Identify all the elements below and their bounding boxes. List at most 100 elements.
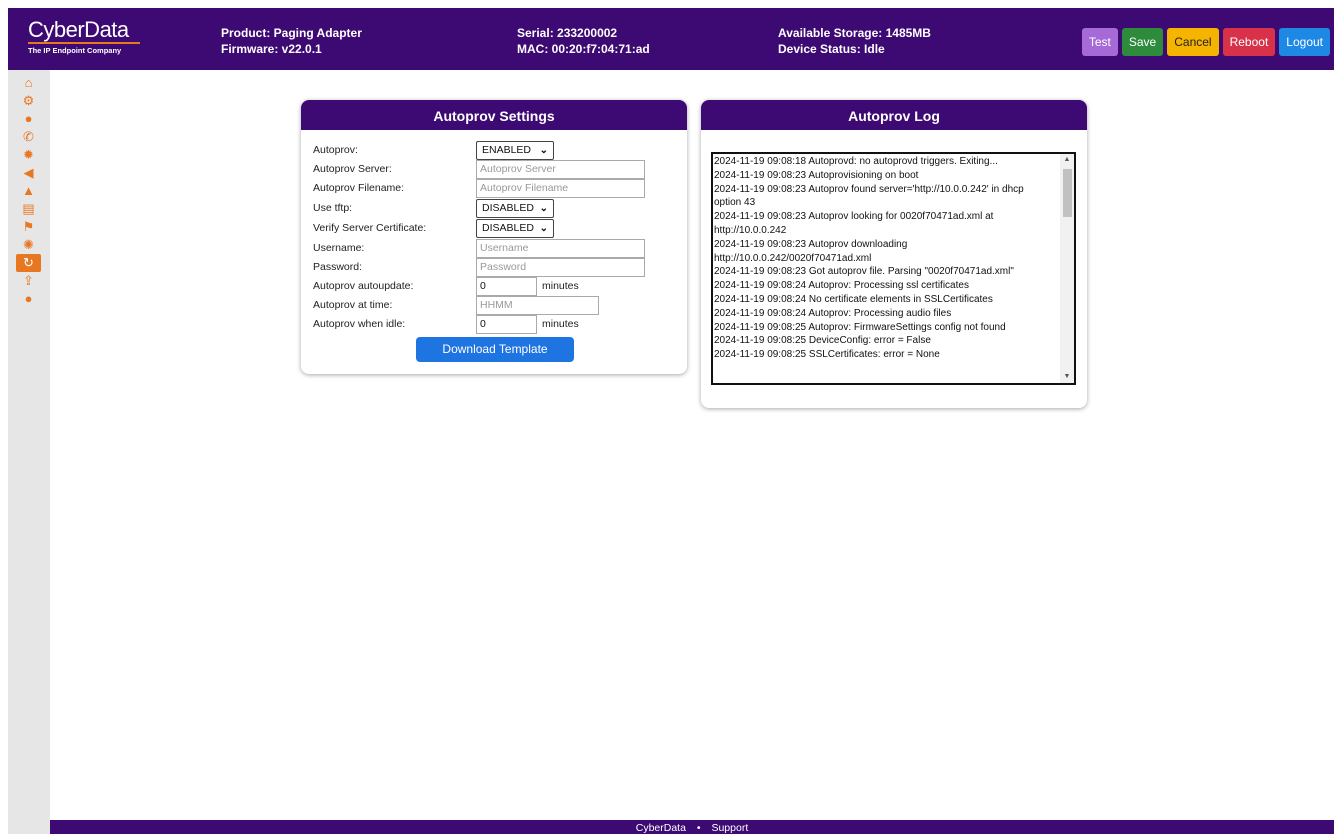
autoupdate-input[interactable]: 0 — [476, 277, 537, 296]
when-idle-row: Autoprov when idle: 0 minutes — [313, 315, 673, 334]
password-row: Password: Password — [313, 258, 673, 277]
verify-cert-select-value: DISABLED — [482, 222, 534, 234]
download-template-button[interactable]: Download Template — [416, 337, 574, 362]
tftp-row: Use tftp: DISABLED ⌄ — [313, 199, 673, 218]
log-textarea[interactable]: 2024-11-19 09:08:18 Autoprovd: no autopr… — [711, 152, 1076, 385]
device-status: Device Status: Idle — [778, 42, 885, 56]
sunrise-icon[interactable]: ✺ — [16, 236, 41, 254]
autoprov-label: Autoprov: — [313, 144, 358, 156]
log-line: 2024-11-19 09:08:23 Autoprov found serve… — [714, 183, 1024, 195]
when-idle-input[interactable]: 0 — [476, 315, 537, 334]
logout-button[interactable]: Logout — [1279, 28, 1330, 56]
when-idle-unit: minutes — [542, 318, 579, 330]
warning-icon[interactable]: ▲ — [16, 182, 41, 200]
chevron-down-icon: ⌄ — [539, 223, 548, 234]
verify-cert-select[interactable]: DISABLED ⌄ — [476, 219, 554, 238]
log-line: 2024-11-19 09:08:25 Autoprov: FirmwareSe… — [714, 321, 1006, 333]
product-info: Product: Paging Adapter Firmware: v22.0.… — [221, 25, 362, 57]
header-actions: Test Save Cancel Reboot Logout — [1081, 28, 1330, 56]
test-button[interactable]: Test — [1081, 28, 1118, 56]
footer-separator: • — [696, 822, 701, 834]
log-line: 2024-11-19 09:08:24 No certificate eleme… — [714, 293, 993, 305]
filename-row: Autoprov Filename: Autoprov Filename — [313, 179, 673, 198]
log-line: 2024-11-19 09:08:24 Autoprov: Processing… — [714, 307, 952, 319]
verify-cert-label: Verify Server Certificate: — [313, 222, 427, 234]
autoprov-row: Autoprov: ENABLED ⌄ — [313, 141, 673, 160]
autoprov-select-value: ENABLED — [482, 144, 532, 156]
user-icon[interactable]: ● — [16, 290, 41, 308]
at-time-label: Autoprov at time: — [313, 299, 393, 311]
password-label: Password: — [313, 261, 363, 273]
tftp-select-value: DISABLED — [482, 202, 534, 214]
top-header: CyberData The IP Endpoint Company Produc… — [8, 8, 1334, 70]
cancel-button[interactable]: Cancel — [1167, 28, 1219, 56]
autoprov-select[interactable]: ENABLED ⌄ — [476, 141, 554, 160]
device-state: Available Storage: 1485MB Device Status:… — [778, 25, 931, 57]
footer: CyberData • Support — [50, 820, 1334, 834]
chevron-down-icon: ⌄ — [539, 203, 548, 214]
sidebar-nav: ⌂ ⚙ ● ✆ ✹ ◀ ▲ ▤ ⚑ ✺ ↻ ⇪ ● — [8, 70, 50, 834]
log-line: 2024-11-19 09:08:23 Got autoprov file. P… — [714, 266, 1014, 278]
save-button[interactable]: Save — [1121, 28, 1164, 56]
available-storage: Available Storage: 1485MB — [778, 26, 931, 40]
reboot-button[interactable]: Reboot — [1222, 28, 1276, 56]
sun-icon[interactable]: ✹ — [16, 146, 41, 164]
home-icon[interactable]: ⌂ — [16, 74, 41, 92]
serial-number: Serial: 233200002 — [517, 26, 618, 40]
gears-icon[interactable]: ⚙ — [16, 92, 41, 110]
log-line: 2024-11-19 09:08:25 SSLCertificates: err… — [714, 349, 940, 361]
log-line: option 43 — [714, 197, 756, 209]
product-name: Product: Paging Adapter — [221, 26, 362, 40]
autoupdate-unit: minutes — [542, 280, 579, 292]
autoprov-settings-card: Autoprov Settings Autoprov: ENABLED ⌄ Au… — [301, 100, 687, 374]
refresh-icon[interactable]: ↻ — [16, 254, 41, 272]
filename-label: Autoprov Filename: — [313, 182, 405, 194]
scroll-up-icon[interactable]: ▲ — [1060, 154, 1074, 166]
log-line: 2024-11-19 09:08:24 Autoprov: Processing… — [714, 280, 969, 292]
footer-cyberdata-link[interactable]: CyberData — [636, 822, 686, 834]
autoprov-log-card: Autoprov Log 2024-11-19 09:08:18 Autopro… — [701, 100, 1087, 408]
log-line: 2024-11-19 09:08:18 Autoprovd: no autopr… — [714, 156, 998, 167]
tftp-label: Use tftp: — [313, 202, 353, 214]
username-row: Username: Username — [313, 239, 673, 258]
scroll-thumb[interactable] — [1063, 169, 1072, 217]
log-line: 2024-11-19 09:08:25 DeviceConfig: error … — [714, 335, 931, 347]
flag-icon[interactable]: ⚑ — [16, 218, 41, 236]
at-time-input[interactable]: HHMM — [476, 296, 599, 315]
logo-underline — [28, 42, 140, 44]
logo-tagline: The IP Endpoint Company — [28, 46, 122, 55]
scroll-down-icon[interactable]: ▼ — [1060, 371, 1074, 383]
server-row: Autoprov Server: Autoprov Server — [313, 160, 673, 179]
autoupdate-row: Autoprov autoupdate: 0 minutes — [313, 277, 673, 296]
settings-card-title: Autoprov Settings — [301, 100, 687, 130]
username-input[interactable]: Username — [476, 239, 645, 258]
file-code-icon[interactable]: ▤ — [16, 200, 41, 218]
globe-icon[interactable]: ● — [16, 110, 41, 128]
mac-address: MAC: 00:20:f7:04:71:ad — [517, 42, 650, 56]
password-input[interactable]: Password — [476, 258, 645, 277]
footer-support-link[interactable]: Support — [711, 822, 748, 834]
server-input[interactable]: Autoprov Server — [476, 160, 645, 179]
device-ids: Serial: 233200002 MAC: 00:20:f7:04:71:ad — [517, 25, 650, 57]
chevron-down-icon: ⌄ — [539, 145, 548, 156]
log-line: http://10.0.0.242/0020f70471ad.xml — [714, 252, 872, 264]
phone-icon[interactable]: ✆ — [16, 128, 41, 146]
log-line: http://10.0.0.242 — [714, 224, 787, 236]
filename-input[interactable]: Autoprov Filename — [476, 179, 645, 198]
cyberdata-logo[interactable]: CyberData The IP Endpoint Company — [28, 19, 140, 55]
upload-icon[interactable]: ⇪ — [16, 272, 41, 290]
tftp-select[interactable]: DISABLED ⌄ — [476, 199, 554, 218]
log-line: 2024-11-19 09:08:23 Autoprov looking for… — [714, 211, 994, 223]
firmware-version: Firmware: v22.0.1 — [221, 42, 322, 56]
log-lines: 2024-11-19 09:08:18 Autoprovd: no autopr… — [714, 155, 1062, 362]
log-card-title: Autoprov Log — [701, 100, 1087, 130]
log-scrollbar[interactable]: ▲ ▼ — [1060, 154, 1074, 383]
log-line: 2024-11-19 09:08:23 Autoprov downloading — [714, 238, 908, 250]
sidebar-items: ⌂ ⚙ ● ✆ ✹ ◀ ▲ ▤ ⚑ ✺ ↻ ⇪ ● — [8, 70, 50, 308]
bullhorn-icon[interactable]: ◀ — [16, 164, 41, 182]
log-line: 2024-11-19 09:08:23 Autoprovisioning on … — [714, 169, 919, 181]
autoupdate-label: Autoprov autoupdate: — [313, 280, 414, 292]
verify-cert-row: Verify Server Certificate: DISABLED ⌄ — [313, 219, 673, 238]
at-time-row: Autoprov at time: HHMM — [313, 296, 673, 315]
server-label: Autoprov Server: — [313, 163, 392, 175]
